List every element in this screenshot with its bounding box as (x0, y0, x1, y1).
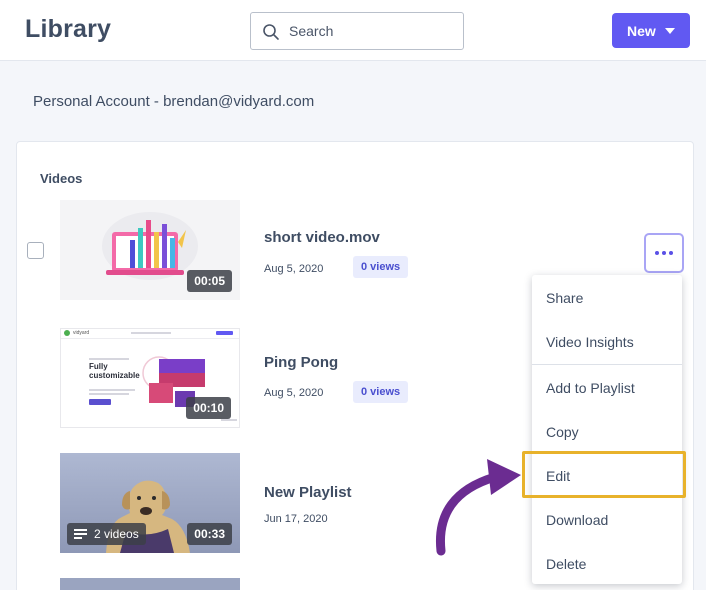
search-input[interactable] (289, 21, 454, 41)
thumbnail-brand: vidyard (73, 330, 90, 336)
caret-down-icon (664, 27, 675, 34)
page-title: Library (25, 15, 112, 43)
video-title[interactable]: Ping Pong (264, 354, 338, 371)
menu-divider (532, 364, 682, 365)
video-duration: 00:05 (187, 270, 232, 292)
video-thumbnail[interactable] (60, 578, 240, 590)
section-title: Videos (40, 171, 83, 186)
video-duration: 00:10 (186, 397, 231, 419)
edit-highlight (522, 451, 686, 498)
views-badge: 0 views (353, 256, 409, 278)
search-box[interactable] (250, 12, 464, 50)
views-badge: 0 views (353, 381, 409, 403)
menu-item-add-to-playlist[interactable]: Add to Playlist (546, 380, 635, 396)
row-checkbox[interactable] (27, 242, 44, 259)
video-thumbnail[interactable]: vidyard Fully customizable 00:10 (60, 328, 240, 428)
menu-item-share[interactable]: Share (546, 290, 583, 306)
video-duration: 00:33 (187, 523, 232, 545)
video-date: Jun 17, 2020 (264, 513, 328, 525)
menu-item-copy[interactable]: Copy (546, 424, 579, 440)
video-title[interactable]: short video.mov (264, 229, 380, 246)
arrow-icon (435, 459, 521, 556)
playlist-thumbnail[interactable]: 2 videos 00:33 (60, 453, 240, 553)
video-title[interactable]: New Playlist (264, 484, 352, 501)
actions-menu: Share Video Insights Add to Playlist Cop… (532, 275, 682, 584)
thumbnail-headline: Fully customizable (89, 362, 140, 380)
new-button[interactable]: New (612, 13, 690, 48)
video-count-label: 2 videos (94, 527, 139, 541)
search-icon (263, 24, 279, 40)
playlist-icon (74, 529, 87, 539)
video-count-badge: 2 videos (67, 523, 146, 545)
video-date: Aug 5, 2020 (264, 387, 324, 399)
video-thumbnail[interactable]: 00:05 (60, 200, 240, 300)
new-button-label: New (627, 22, 656, 39)
menu-item-download[interactable]: Download (546, 512, 608, 528)
menu-item-video-insights[interactable]: Video Insights (546, 334, 634, 350)
more-actions-button[interactable] (644, 233, 684, 273)
account-label: Personal Account - brendan@vidyard.com (33, 93, 315, 110)
more-dots-icon (655, 251, 673, 255)
top-bar: Library New (0, 0, 706, 61)
menu-item-delete[interactable]: Delete (546, 556, 586, 572)
video-date: Aug 5, 2020 (264, 263, 324, 275)
